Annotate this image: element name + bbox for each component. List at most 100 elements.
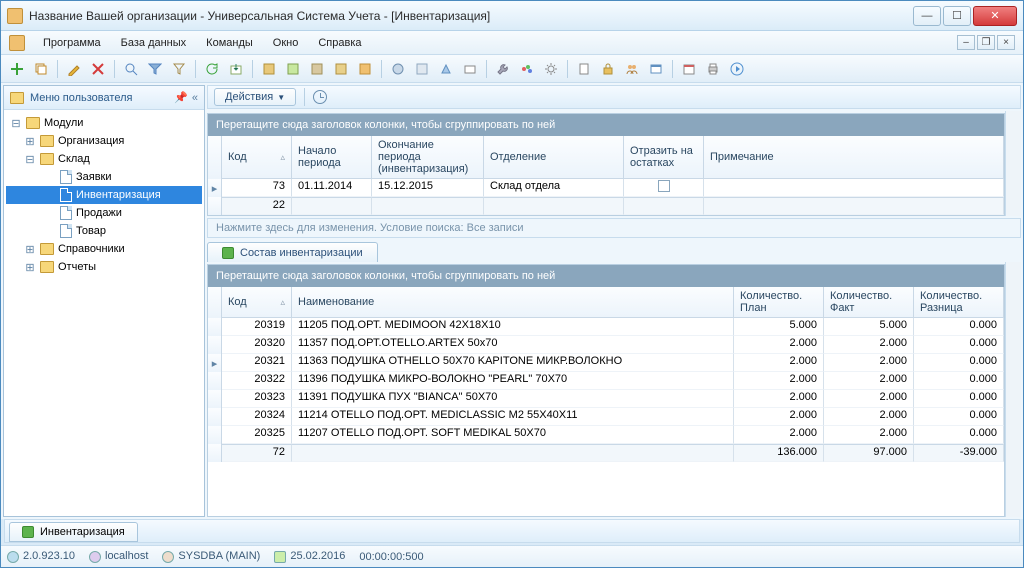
tree-org[interactable]: ⊞Организация <box>6 132 202 150</box>
wrench-icon[interactable] <box>493 59 513 79</box>
status-date: 25.02.2016 <box>274 550 345 562</box>
top-scrollbar[interactable] <box>1005 111 1021 216</box>
sidebar: Меню пользователя 📌 « ⊟Модули ⊞Организац… <box>3 85 205 517</box>
tool1-icon[interactable] <box>259 59 279 79</box>
tree-inventarizaciya[interactable]: Инвентаризация <box>6 186 202 204</box>
search-icon[interactable] <box>121 59 141 79</box>
sub-tabs: Состав инвентаризации <box>207 242 1021 262</box>
tool8-icon[interactable] <box>436 59 456 79</box>
tree-tovar[interactable]: Товар <box>6 222 202 240</box>
menu-help[interactable]: Справка <box>310 34 369 52</box>
bot-scrollbar[interactable] <box>1005 262 1021 517</box>
maximize-button[interactable]: ☐ <box>943 6 971 26</box>
top-group-hint[interactable]: Перетащите сюда заголовок колонки, чтобы… <box>208 114 1004 136</box>
lock-icon[interactable] <box>598 59 618 79</box>
pin-icon[interactable]: 📌 <box>174 91 188 104</box>
table-row[interactable]: 2032411214 OTELLO ПОД.ОРТ. MEDICLASSIC M… <box>208 408 1004 426</box>
tool4-icon[interactable] <box>331 59 351 79</box>
filter-icon[interactable] <box>145 59 165 79</box>
menu-database[interactable]: База данных <box>113 34 195 52</box>
menu-program[interactable]: Программа <box>35 34 109 52</box>
app-window: Название Вашей организации - Универсальн… <box>0 0 1024 568</box>
status-version: 2.0.923.10 <box>7 550 75 562</box>
folder-icon <box>10 92 24 104</box>
tree-root[interactable]: ⊟Модули <box>6 114 202 132</box>
tool6-icon[interactable] <box>388 59 408 79</box>
actions-button[interactable]: Действия▼ <box>214 88 296 106</box>
calendar-icon[interactable] <box>679 59 699 79</box>
funnel-icon[interactable] <box>169 59 189 79</box>
status-time: 00:00:00:500 <box>359 551 423 563</box>
bcol-name[interactable]: Наименование <box>292 287 734 318</box>
palette-icon[interactable] <box>517 59 537 79</box>
subtab-composition[interactable]: Состав инвентаризации <box>207 242 378 262</box>
clock-icon[interactable] <box>313 90 327 104</box>
top-grid-row[interactable]: ▸ 73 01.11.2014 15.12.2015 Склад отдела <box>208 179 1004 197</box>
export-icon[interactable] <box>226 59 246 79</box>
bcol-plan[interactable]: Количество. План <box>734 287 824 318</box>
tool3-icon[interactable] <box>307 59 327 79</box>
users-icon[interactable] <box>622 59 642 79</box>
window-icon[interactable] <box>646 59 666 79</box>
reflect-checkbox[interactable] <box>658 180 670 192</box>
action-bar: Действия▼ <box>207 85 1021 109</box>
col-start[interactable]: Начало периода <box>292 136 372 179</box>
menu-window[interactable]: Окно <box>265 34 307 52</box>
grid-icon <box>22 526 34 538</box>
bcol-code[interactable]: Код▵ <box>222 287 292 318</box>
tree-sprav[interactable]: ⊞Справочники <box>6 240 202 258</box>
print-icon[interactable] <box>703 59 723 79</box>
copy-icon[interactable] <box>31 59 51 79</box>
bot-grid-footer: 72 136.000 97.000 -39.000 <box>208 444 1004 462</box>
bottom-tabbar: Инвентаризация <box>4 519 1020 543</box>
menu-icon <box>9 35 25 51</box>
top-grid-footer: 22 <box>208 197 1004 215</box>
mdi-close-button[interactable]: × <box>997 35 1015 50</box>
col-end[interactable]: Окончание периода (инвентаризация) <box>372 136 484 179</box>
tool9-icon[interactable] <box>460 59 480 79</box>
minimize-button[interactable]: — <box>913 6 941 26</box>
tree-prodazhi[interactable]: Продажи <box>6 204 202 222</box>
table-row[interactable]: 2032211396 ПОДУШКА МИКРО-ВОЛОКНО "PEARL"… <box>208 372 1004 390</box>
server-icon <box>89 551 101 563</box>
refresh-icon[interactable] <box>202 59 222 79</box>
bcol-diff[interactable]: Количество. Разница <box>914 287 1004 318</box>
col-dept[interactable]: Отделение <box>484 136 624 179</box>
top-grid-header: Код▵ Начало периода Окончание периода (и… <box>208 136 1004 179</box>
table-row[interactable]: 2032311391 ПОДУШКА ПУХ "BIANCA" 50X702.0… <box>208 390 1004 408</box>
tree-zayavki[interactable]: Заявки <box>6 168 202 186</box>
bottom-tab-inventory[interactable]: Инвентаризация <box>9 522 138 542</box>
user-icon <box>162 551 174 563</box>
window-title: Название Вашей организации - Универсальн… <box>29 9 913 23</box>
play-icon[interactable] <box>727 59 747 79</box>
tool5-icon[interactable] <box>355 59 375 79</box>
globe-icon <box>7 551 19 563</box>
bot-group-hint[interactable]: Перетащите сюда заголовок колонки, чтобы… <box>208 265 1004 287</box>
tool7-icon[interactable] <box>412 59 432 79</box>
doc-icon[interactable] <box>574 59 594 79</box>
tool2-icon[interactable] <box>283 59 303 79</box>
mdi-minimize-button[interactable]: – <box>957 35 975 50</box>
table-row[interactable]: 2032511207 OTELLO ПОД.ОРТ. SOFT MEDIKAL … <box>208 426 1004 444</box>
table-row[interactable]: 2031911205 ПОД.ОРТ. MEDIMOON 42X18X105.0… <box>208 318 1004 336</box>
col-note[interactable]: Примечание <box>704 136 1004 179</box>
sidebar-header: Меню пользователя 📌 « <box>4 86 204 110</box>
grid-icon <box>222 247 234 259</box>
close-button[interactable]: ✕ <box>973 6 1017 26</box>
edit-icon[interactable] <box>64 59 84 79</box>
mdi-restore-button[interactable]: ❐ <box>977 35 995 50</box>
search-strip[interactable]: Нажмите здесь для изменения. Условие пои… <box>207 218 1021 238</box>
tree-otch[interactable]: ⊞Отчеты <box>6 258 202 276</box>
bcol-fact[interactable]: Количество. Факт <box>824 287 914 318</box>
gear-icon[interactable] <box>541 59 561 79</box>
menu-commands[interactable]: Команды <box>198 34 261 52</box>
table-row[interactable]: ▸2032111363 ПОДУШКА OTHELLO 50X70 KAPITO… <box>208 354 1004 372</box>
delete-icon[interactable] <box>88 59 108 79</box>
top-grid: Перетащите сюда заголовок колонки, чтобы… <box>207 113 1005 216</box>
table-row[interactable]: 2032011357 ПОД.ОРТ.OTELLO.ARTEX 50x702.0… <box>208 336 1004 354</box>
chevron-icon[interactable]: « <box>192 92 198 104</box>
col-reflect[interactable]: Отразить на остатках <box>624 136 704 179</box>
add-icon[interactable] <box>7 59 27 79</box>
tree-sklad[interactable]: ⊟Склад <box>6 150 202 168</box>
col-code[interactable]: Код▵ <box>222 136 292 179</box>
